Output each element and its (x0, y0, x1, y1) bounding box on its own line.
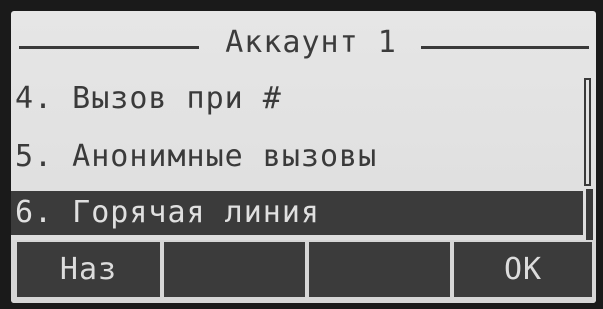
lcd-screen: Аккаунт 1 4. Вызов при # 5. Анонимные вы… (11, 11, 596, 303)
phone-display-bezel: Аккаунт 1 4. Вызов при # 5. Анонимные вы… (0, 0, 603, 309)
screen-header: Аккаунт 1 (11, 25, 596, 65)
page-title: Аккаунт 1 (225, 25, 397, 60)
menu-item-label: 5. Анонимные вызовы (15, 139, 378, 174)
back-softkey[interactable]: Наз (17, 242, 160, 297)
menu-item-hotline-selected[interactable]: 6. Горячая линия (11, 191, 583, 235)
softkey-3-empty[interactable] (309, 242, 450, 297)
softkey-2-empty[interactable] (164, 242, 305, 297)
header-divider-left (19, 46, 199, 49)
header-divider-right (421, 46, 589, 49)
menu-item-anonymous-call-by-hash[interactable]: 4. Вызов при # (11, 77, 583, 123)
softkey-bar: Наз OK (11, 240, 596, 303)
scrollbar-thumb[interactable] (586, 189, 593, 241)
ok-softkey[interactable]: OK (454, 242, 592, 297)
menu-item-label: 4. Вызов при # (15, 81, 282, 116)
scrollbar-track[interactable] (584, 78, 591, 186)
menu-item-anonymous-calls[interactable]: 5. Анонимные вызовы (11, 135, 583, 181)
menu-item-label: 6. Горячая линия (15, 195, 320, 230)
